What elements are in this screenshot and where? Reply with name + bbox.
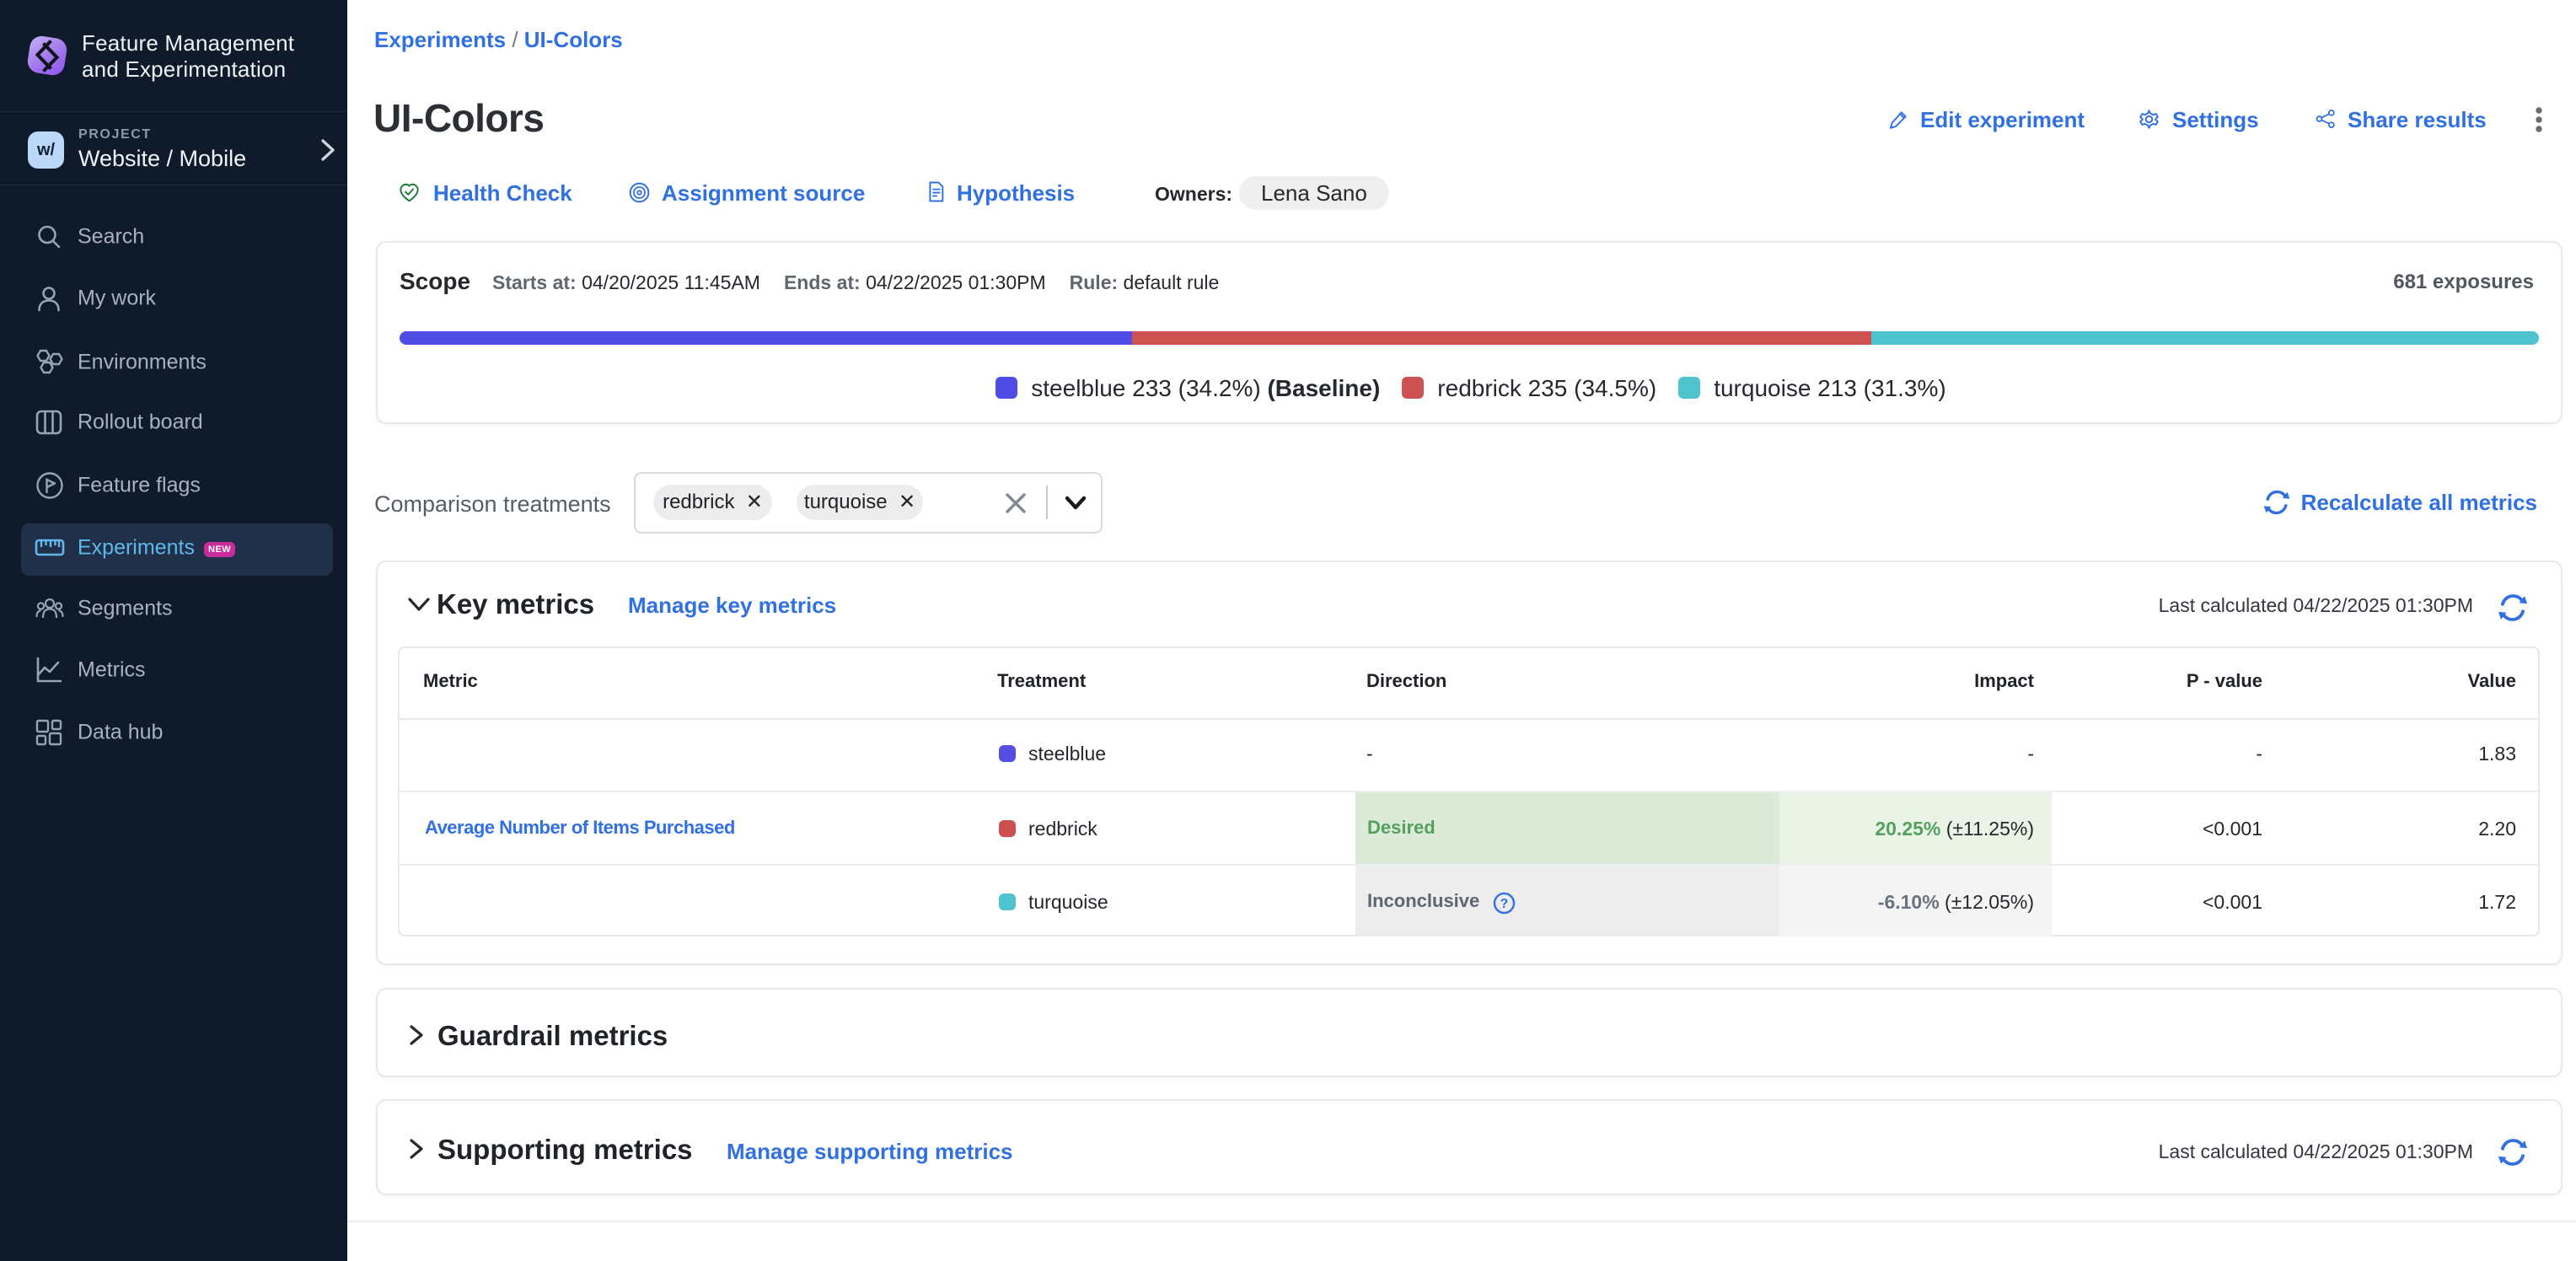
svg-text:?: ? xyxy=(1500,897,1509,911)
